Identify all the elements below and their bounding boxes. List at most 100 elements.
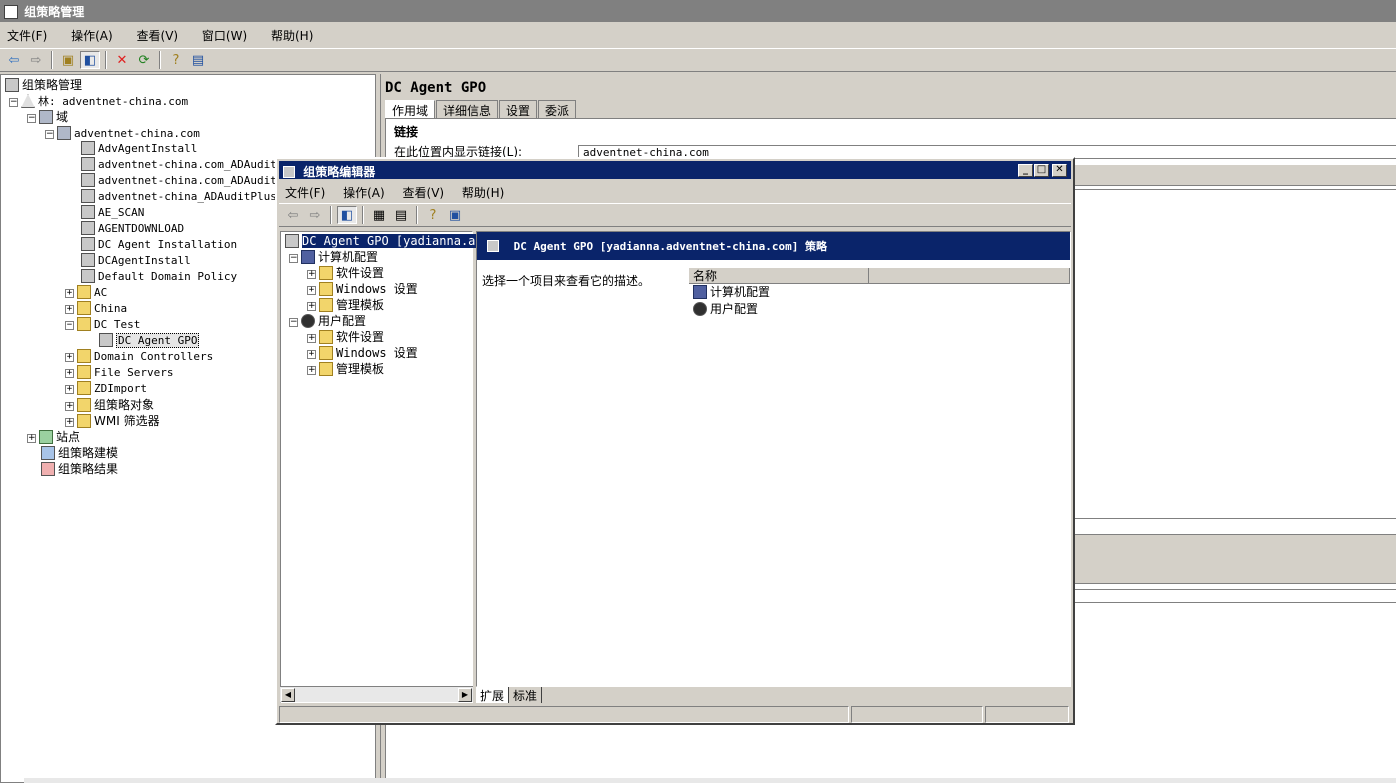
minimize-button[interactable]: _ (1018, 164, 1033, 177)
tab-details[interactable]: 详细信息 (436, 100, 499, 120)
status-pane-main (279, 706, 849, 723)
tab-scope[interactable]: 作用域 (385, 100, 436, 120)
column-name[interactable]: 名称 (689, 268, 869, 283)
editor-tree-root[interactable]: DC Agent GPO [yadianna.adven (285, 233, 505, 249)
help-icon[interactable]: ? (166, 51, 186, 69)
collapse-icon[interactable]: − (45, 130, 54, 139)
back-icon[interactable]: ⇦ (283, 206, 303, 224)
tree-domains[interactable]: − 域 (27, 109, 68, 125)
column-empty[interactable] (869, 268, 1070, 283)
expand-icon[interactable]: + (65, 305, 74, 314)
tree-gpo-link[interactable]: Default Domain Policy (81, 269, 237, 285)
tree-sites[interactable]: + 站点 (27, 429, 80, 445)
gpo-link-icon (81, 141, 95, 155)
editor-tree-scrollbar[interactable]: ◀ ▶ (280, 686, 473, 702)
tree-domain[interactable]: − adventnet-china.com (45, 125, 200, 141)
editor-tree-computer[interactable]: − 计算机配置 (289, 249, 378, 265)
tree-gpo-link[interactable]: AE_SCAN (81, 205, 144, 221)
maximize-button[interactable]: □ (1034, 164, 1049, 177)
show-action-pane-icon[interactable]: ▣ (445, 206, 465, 224)
links-grid[interactable] (1071, 189, 1396, 519)
editor-tree-software[interactable]: + 软件设置 (307, 329, 384, 345)
tree-root[interactable]: 组策略管理 (5, 77, 82, 93)
tree-gpo-link[interactable]: AdvAgentInstall (81, 141, 197, 157)
tree-gpo-link[interactable]: adventnet-china.com_ADAuditPl (81, 173, 290, 189)
tree-ou[interactable]: + Domain Controllers (65, 349, 213, 365)
tree-results[interactable]: 组策略结果 (41, 461, 118, 477)
menu-window[interactable]: 窗口(W) (199, 28, 250, 44)
expand-icon[interactable]: + (27, 434, 36, 443)
collapse-icon[interactable]: − (9, 98, 18, 107)
editor-menu-view[interactable]: 查看(V) (403, 186, 445, 200)
gpmc-icon (5, 78, 19, 92)
export-list-icon[interactable]: ▤ (391, 206, 411, 224)
tree-selected-gpo[interactable]: DC Agent GPO (99, 333, 200, 349)
editor-tree-admin[interactable]: + 管理模板 (307, 361, 384, 377)
editor-tree-admin[interactable]: + 管理模板 (307, 297, 384, 313)
menu-action[interactable]: 操作(A) (68, 28, 116, 44)
expand-icon[interactable]: + (307, 366, 316, 375)
editor-tree-windows[interactable]: + Windows 设置 (307, 345, 418, 361)
expand-icon[interactable]: + (65, 369, 74, 378)
horizontal-scrollbar[interactable] (24, 778, 1396, 783)
security-filter-list[interactable] (1071, 589, 1396, 603)
scroll-left-icon[interactable]: ◀ (281, 688, 295, 702)
editor-tree-software[interactable]: + 软件设置 (307, 265, 384, 281)
editor-tree-user[interactable]: − 用户配置 (289, 313, 366, 329)
expand-icon[interactable]: + (65, 385, 74, 394)
tree-ou[interactable]: + File Servers (65, 365, 173, 381)
tree-gpo-link[interactable]: DCAgentInstall (81, 253, 191, 269)
tree-gpo-link[interactable]: adventnet-china_ADAuditPlusPo (81, 189, 290, 205)
tab-delegation[interactable]: 委派 (538, 100, 577, 120)
properties-icon[interactable]: ▤ (188, 51, 208, 69)
expand-icon[interactable]: + (65, 418, 74, 427)
list-item-computer[interactable]: 计算机配置 (689, 284, 1070, 301)
menu-view[interactable]: 查看(V) (134, 28, 182, 44)
tree-gpo-link[interactable]: adventnet-china.com_ADAuditPl (81, 157, 290, 173)
tab-settings[interactable]: 设置 (499, 100, 538, 120)
menu-file[interactable]: 文件(F) (4, 28, 50, 44)
tree-modeling[interactable]: 组策略建模 (41, 445, 118, 461)
editor-menu-help[interactable]: 帮助(H) (462, 186, 504, 200)
expand-icon[interactable]: + (65, 289, 74, 298)
scroll-right-icon[interactable]: ▶ (458, 688, 472, 702)
properties-icon[interactable]: ▦ (369, 206, 389, 224)
tree-ou[interactable]: + AC (65, 285, 107, 301)
refresh-icon[interactable]: ⟳ (134, 51, 154, 69)
expand-icon[interactable]: + (65, 402, 74, 411)
tree-forest[interactable]: − 林: adventnet-china.com (9, 93, 188, 109)
tree-gpo-container[interactable]: + 组策略对象 (65, 397, 154, 413)
collapse-icon[interactable]: − (65, 321, 74, 330)
tab-standard[interactable]: 标准 (509, 687, 543, 703)
help-icon[interactable]: ? (423, 206, 443, 224)
tree-gpo-link[interactable]: AGENTDOWNLOAD (81, 221, 184, 237)
tab-extended[interactable]: 扩展 (476, 687, 510, 703)
editor-menu-action[interactable]: 操作(A) (343, 186, 385, 200)
back-icon[interactable]: ⇦ (4, 51, 24, 69)
expand-icon[interactable]: + (307, 334, 316, 343)
tree-ou[interactable]: + China (65, 301, 127, 317)
forward-icon[interactable]: ⇨ (305, 206, 325, 224)
close-button[interactable]: ✕ (1052, 164, 1067, 177)
delete-icon[interactable]: ✕ (112, 51, 132, 69)
show-tree-icon[interactable]: ◧ (80, 51, 100, 69)
list-item-user[interactable]: 用户配置 (689, 301, 1070, 318)
collapse-icon[interactable]: − (289, 318, 298, 327)
expand-icon[interactable]: + (65, 353, 74, 362)
up-folder-icon[interactable]: ▣ (58, 51, 78, 69)
expand-icon[interactable]: + (307, 286, 316, 295)
tree-wmi-filters[interactable]: + WMI 筛选器 (65, 413, 160, 429)
expand-icon[interactable]: + (307, 270, 316, 279)
tree-ou-dc-test[interactable]: − DC Test (65, 317, 140, 333)
tree-gpo-link[interactable]: DC Agent Installation (81, 237, 237, 253)
editor-tree-windows[interactable]: + Windows 设置 (307, 281, 418, 297)
collapse-icon[interactable]: − (289, 254, 298, 263)
expand-icon[interactable]: + (307, 302, 316, 311)
forward-icon[interactable]: ⇨ (26, 51, 46, 69)
collapse-icon[interactable]: − (27, 114, 36, 123)
show-tree-icon[interactable]: ◧ (337, 206, 357, 224)
menu-help[interactable]: 帮助(H) (268, 28, 316, 44)
expand-icon[interactable]: + (307, 350, 316, 359)
tree-ou[interactable]: + ZDImport (65, 381, 147, 397)
editor-menu-file[interactable]: 文件(F) (285, 186, 325, 200)
